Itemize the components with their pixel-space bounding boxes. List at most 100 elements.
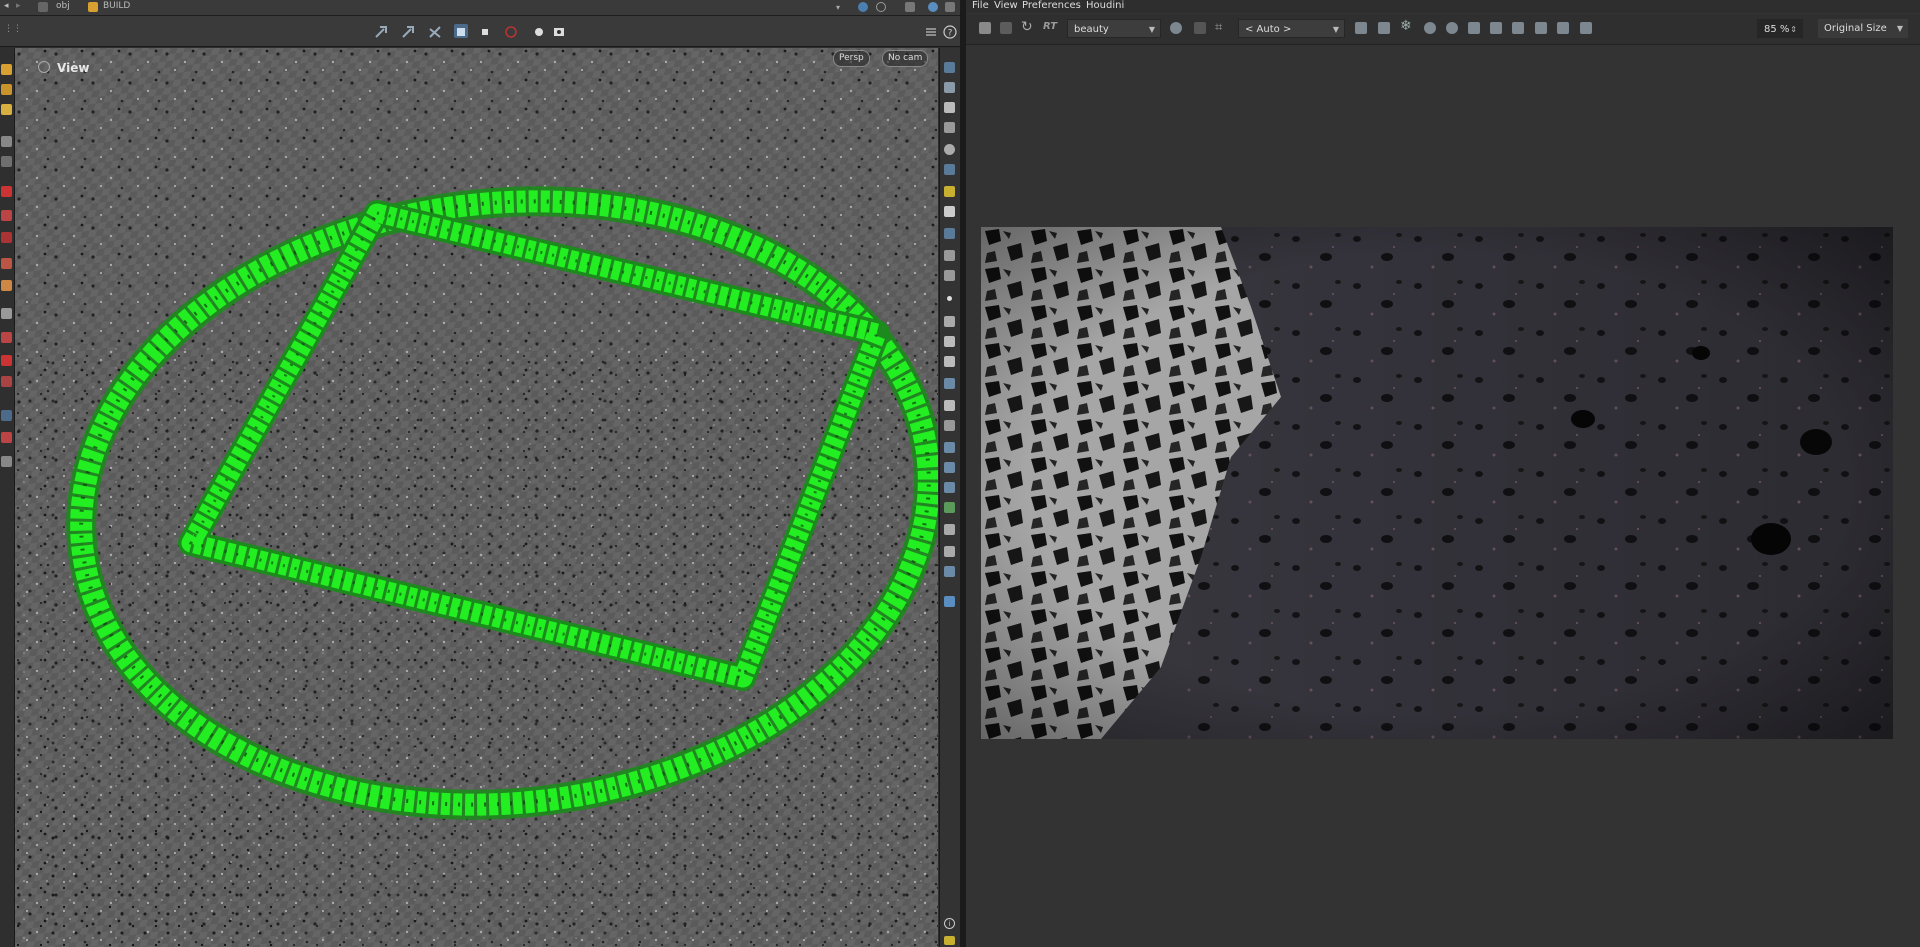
point-icon[interactable] [947,296,952,301]
shading-icon[interactable] [944,82,955,93]
flipbook-tool-icon[interactable] [1,432,12,443]
back-arrow-icon[interactable]: ◂ [4,1,9,13]
layout-icon[interactable] [905,2,915,12]
image-icon[interactable] [1535,22,1547,34]
3d-viewport[interactable] [15,48,938,947]
sphere-icon[interactable] [944,144,955,155]
measure-tool-icon[interactable] [1,332,12,343]
vertex-icon[interactable] [944,206,955,217]
target-icon[interactable] [1446,22,1458,34]
ghost-icon[interactable] [944,122,955,133]
bone-icon[interactable] [944,228,955,239]
display-mode-icon[interactable] [478,24,492,38]
record-icon[interactable] [504,24,518,38]
chat-icon[interactable] [1170,22,1182,34]
link-icon[interactable] [876,2,886,12]
display-options-icon[interactable] [944,62,955,73]
toolbar-options-icon[interactable] [924,24,938,38]
view-tool-icon[interactable] [1,232,12,243]
freeze-icon[interactable]: ❄ [1400,18,1412,34]
menu-houdini[interactable]: Houdini [1086,0,1124,11]
viewport-label[interactable]: View [57,61,89,75]
snap-tool-icon[interactable] [454,24,468,38]
menu-preferences[interactable]: Preferences [1022,0,1081,11]
rotate-tool-icon[interactable] [428,24,442,38]
resolution-dropdown[interactable]: < Auto > ▼ [1238,19,1345,38]
box-icon[interactable] [944,400,955,411]
corner-icon[interactable] [944,420,955,431]
snap-grid-icon[interactable] [1,280,12,291]
zoom-field[interactable]: 85 % ⇕ [1757,19,1803,38]
tag-icon[interactable] [944,596,955,607]
view-menu-icon[interactable] [38,61,50,73]
pin-icon[interactable] [858,2,868,12]
brush-tool-icon[interactable] [1,104,12,115]
hand-icon[interactable] [944,378,955,389]
handle-tool-icon[interactable] [1,210,12,221]
pose-tool-icon[interactable] [1,84,12,95]
dots-icon[interactable]: ⋮⋮ [4,24,22,36]
normal-icon[interactable] [944,316,955,327]
select-tool-icon[interactable] [374,24,388,38]
transform-tool-icon[interactable] [1,156,12,167]
info-icon[interactable]: i [944,918,955,929]
camera-select-menu[interactable]: No cam [882,50,929,67]
lock-icon[interactable] [1355,22,1367,34]
edge-icon[interactable] [944,250,955,261]
forward-arrow-icon[interactable]: ▸ [16,1,21,13]
magnet-tool-icon[interactable] [1,186,12,197]
pen-icon[interactable] [944,336,955,347]
region-icon[interactable] [1490,22,1502,34]
snapshot-grid-icon[interactable] [1378,22,1390,34]
light-icon[interactable] [532,24,546,38]
screen-icon[interactable] [944,566,955,577]
menu-view[interactable]: View [994,0,1018,11]
face-icon[interactable] [944,270,955,281]
pointer-tool-icon[interactable] [1,136,12,147]
menu-file[interactable]: File [972,0,989,11]
refresh-icon[interactable]: ↻ [1021,19,1033,35]
focus-icon[interactable] [1468,22,1480,34]
search-icon[interactable] [1424,22,1436,34]
bottom-tool-icon[interactable] [944,936,955,945]
lock-icon[interactable] [944,102,955,113]
camera-mode-menu[interactable]: Persp [833,50,870,67]
bounding-box-icon[interactable] [944,546,955,557]
uv-icon[interactable] [944,502,955,513]
globe-icon[interactable] [928,2,938,12]
camera-icon[interactable] [552,24,566,38]
orient-tool-icon[interactable] [1,258,12,269]
copy-icon[interactable] [1580,22,1592,34]
link-tool-icon[interactable] [1,410,12,421]
add-snapshot-icon[interactable] [1557,22,1569,34]
path-dropdown-icon[interactable]: ▾ [836,3,840,12]
path-obj[interactable]: obj [56,1,70,13]
axis-icon[interactable] [944,524,955,535]
render-tool-icon[interactable] [1,456,12,467]
number-icon[interactable] [944,356,955,367]
render-image-canvas [981,227,1893,739]
knife-tool-icon[interactable] [1,376,12,387]
wand-icon[interactable] [1512,22,1524,34]
wireframe-icon[interactable] [944,164,955,175]
render-output-image[interactable] [981,227,1893,739]
aov-dropdown[interactable]: beauty ▼ [1067,19,1161,38]
grid-display-icon[interactable] [944,462,955,473]
stop-icon[interactable] [1000,22,1012,34]
paint-tool-icon[interactable] [1,64,12,75]
render-menu-bar: File View Preferences Houdini [966,0,1920,13]
grid-tool-icon[interactable] [1,308,12,319]
lasso-tool-icon[interactable] [1,355,12,366]
path-build[interactable]: BUILD [103,1,130,13]
clapper-icon[interactable] [979,22,991,34]
light-bulb-icon[interactable] [944,186,955,197]
options-icon[interactable] [945,2,955,12]
knife-icon[interactable] [944,442,955,453]
diamond-icon[interactable] [944,482,955,493]
crop-icon[interactable]: ⌗ [1215,20,1222,35]
help-icon[interactable]: ? [943,24,957,39]
rt-toggle[interactable]: RT [1043,21,1057,32]
size-mode-dropdown[interactable]: Original Size ▼ [1818,19,1908,38]
move-tool-icon[interactable] [401,24,415,38]
grid-icon[interactable] [1194,22,1206,34]
